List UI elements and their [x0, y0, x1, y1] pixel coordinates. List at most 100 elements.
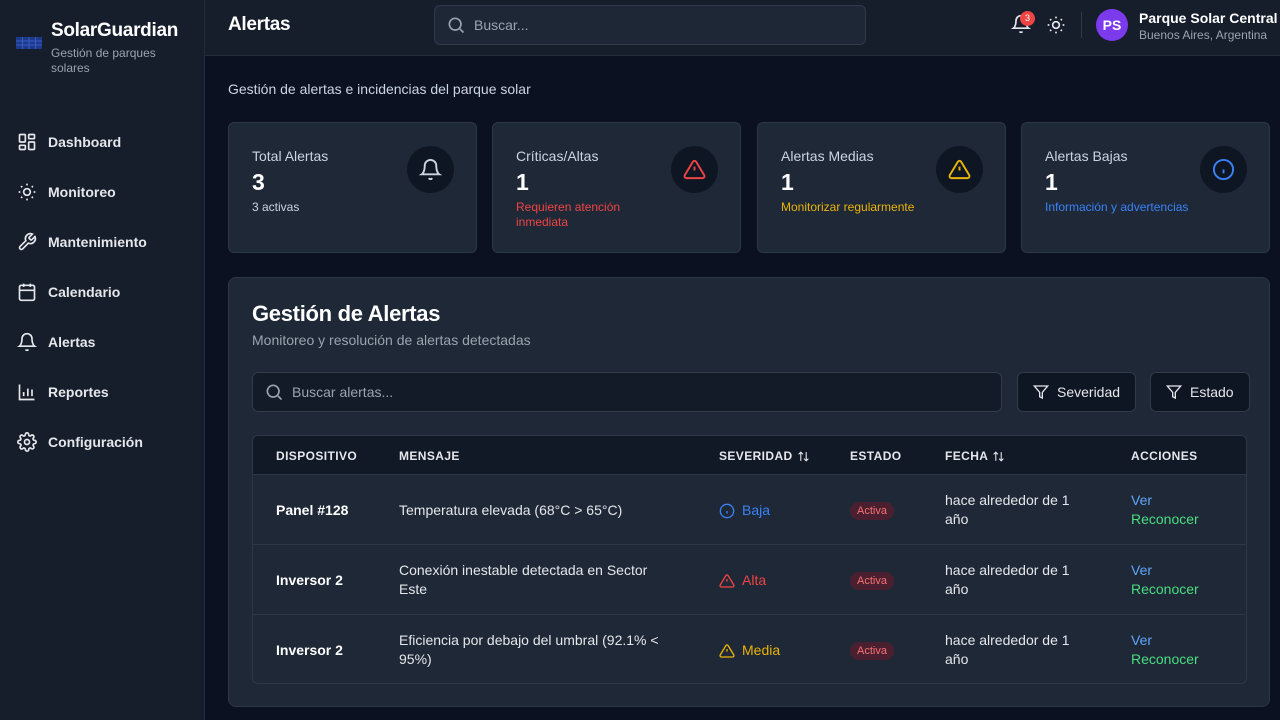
- alerts-panel: Gestión de Alertas Monitoreo y resolució…: [228, 277, 1270, 707]
- table-row: Panel #128 Temperatura elevada (68°C > 6…: [253, 474, 1246, 544]
- severity-label: Media: [742, 642, 781, 658]
- notification-count-badge: 3: [1020, 11, 1035, 26]
- severity-cell: Alta: [719, 571, 766, 590]
- column-header-severity[interactable]: SEVERIDAD: [719, 449, 810, 463]
- bell-icon: [419, 158, 442, 181]
- header-divider: [1081, 12, 1082, 38]
- stat-icon-wrap: [407, 146, 454, 193]
- column-label: ACCIONES: [1131, 449, 1198, 463]
- view-link[interactable]: Ver: [1131, 491, 1199, 510]
- stat-card-medium: Alertas Medias 1 Monitorizar regularment…: [757, 122, 1006, 253]
- alerts-table: DISPOSITIVO MENSAJE SEVERIDAD ESTADO FEC…: [252, 435, 1247, 684]
- sidebar-item-label: Alertas: [48, 334, 96, 350]
- sidebar-item-configuracion[interactable]: Configuración: [0, 417, 205, 467]
- page-subtitle: Gestión de alertas e incidencias del par…: [228, 81, 531, 97]
- column-label: FECHA: [945, 449, 989, 463]
- panel-subtitle: Monitoreo y resolución de alertas detect…: [252, 332, 531, 348]
- brand: SolarGuardian Gestión de parques solares: [16, 20, 181, 76]
- org-location: Buenos Aires, Argentina: [1139, 28, 1268, 42]
- stat-icon-wrap: [671, 146, 718, 193]
- stat-note: Requieren atención inmediata: [516, 200, 621, 229]
- sidebar-item-label: Reportes: [48, 384, 109, 400]
- stat-value: 1: [781, 169, 794, 195]
- sidebar: SolarGuardian Gestión de parques solares…: [0, 0, 205, 720]
- column-header-date[interactable]: FECHA: [945, 449, 1005, 463]
- stat-note: 3 activas: [252, 200, 300, 214]
- column-header-actions: ACCIONES: [1131, 449, 1198, 463]
- info-icon: [719, 503, 735, 518]
- column-header-status: ESTADO: [850, 449, 902, 463]
- status-filter-button[interactable]: Estado: [1150, 372, 1250, 412]
- calendar-icon: [18, 283, 36, 302]
- alert-triangle-icon: [683, 159, 706, 180]
- wrench-icon: [18, 232, 37, 251]
- view-link[interactable]: Ver: [1131, 561, 1199, 580]
- sidebar-item-alertas[interactable]: Alertas: [0, 317, 205, 367]
- stat-card-low: Alertas Bajas 1 Información y advertenci…: [1021, 122, 1270, 253]
- sidebar-item-reportes[interactable]: Reportes: [0, 367, 205, 417]
- actions-cell: Ver Reconocer: [1131, 491, 1199, 529]
- status-cell: Activa: [850, 500, 894, 521]
- actions-cell: Ver Reconocer: [1131, 631, 1199, 669]
- solar-panel-logo-icon: [16, 37, 42, 49]
- sidebar-item-calendario[interactable]: Calendario: [0, 267, 205, 317]
- filter-label: Estado: [1190, 384, 1234, 400]
- acknowledge-link[interactable]: Reconocer: [1131, 580, 1199, 599]
- status-badge: Activa: [850, 572, 894, 590]
- filter-icon: [1033, 385, 1049, 400]
- global-search[interactable]: [434, 5, 866, 45]
- search-icon: [266, 384, 283, 401]
- status-cell: Activa: [850, 640, 894, 661]
- device-name: Inversor 2: [276, 642, 343, 658]
- brand-subtitle: Gestión de parques solares: [51, 46, 156, 75]
- stat-label: Críticas/Altas: [516, 148, 599, 164]
- brand-name: SolarGuardian: [51, 20, 179, 41]
- info-icon: [1212, 158, 1235, 181]
- alert-triangle-icon: [719, 573, 735, 588]
- stat-value: 3: [252, 169, 265, 195]
- alert-date: hace alrededor de 1 año: [945, 562, 1070, 597]
- sun-icon: [18, 183, 36, 201]
- gear-icon: [17, 432, 37, 452]
- alert-message: Eficiencia por debajo del umbral (92.1% …: [399, 632, 659, 667]
- alert-date: hace alrededor de 1 año: [945, 492, 1070, 527]
- column-label: DISPOSITIVO: [276, 449, 358, 463]
- page-title: Alertas: [228, 14, 291, 35]
- bar-chart-icon: [18, 384, 35, 401]
- sidebar-item-dashboard[interactable]: Dashboard: [0, 117, 205, 167]
- stat-value: 1: [516, 169, 529, 195]
- sidebar-item-label: Mantenimiento: [48, 234, 147, 250]
- sidebar-item-label: Calendario: [48, 284, 121, 300]
- actions-cell: Ver Reconocer: [1131, 561, 1199, 599]
- org-name: Parque Solar Central: [1139, 10, 1278, 26]
- severity-label: Baja: [742, 502, 771, 518]
- device-name: Inversor 2: [276, 572, 343, 588]
- stat-note: Información y advertencias: [1045, 200, 1189, 214]
- filter-icon: [1166, 385, 1182, 400]
- sidebar-item-monitoreo[interactable]: Monitoreo: [0, 167, 205, 217]
- acknowledge-link[interactable]: Reconocer: [1131, 650, 1199, 669]
- alert-date: hace alrededor de 1 año: [945, 632, 1070, 667]
- sidebar-item-label: Monitoreo: [48, 184, 116, 200]
- alert-message: Conexión inestable detectada en Sector E…: [399, 562, 648, 597]
- column-label: SEVERIDAD: [719, 449, 793, 463]
- sidebar-item-mantenimiento[interactable]: Mantenimiento: [0, 217, 205, 267]
- theme-toggle-sun-icon[interactable]: [1046, 15, 1066, 35]
- warning-triangle-icon: [719, 643, 735, 658]
- stat-card-total: Total Alertas 3 3 activas: [228, 122, 477, 253]
- stat-note: Monitorizar regularmente: [781, 200, 915, 214]
- stat-card-critical: Críticas/Altas 1 Requieren atención inme…: [492, 122, 741, 253]
- sidebar-nav: Dashboard Monitoreo Mantenimiento Calend…: [0, 117, 205, 467]
- global-search-input[interactable]: [474, 17, 834, 33]
- sort-icon: [993, 450, 1005, 462]
- alerts-search-input[interactable]: [292, 384, 652, 400]
- severity-filter-button[interactable]: Severidad: [1017, 372, 1137, 412]
- stat-icon-wrap: [936, 146, 983, 193]
- stat-label: Total Alertas: [252, 148, 329, 164]
- status-cell: Activa: [850, 570, 894, 591]
- view-link[interactable]: Ver: [1131, 631, 1199, 650]
- search-icon: [448, 17, 465, 34]
- acknowledge-link[interactable]: Reconocer: [1131, 510, 1199, 529]
- alerts-search[interactable]: [252, 372, 1002, 412]
- avatar[interactable]: PS: [1096, 9, 1128, 41]
